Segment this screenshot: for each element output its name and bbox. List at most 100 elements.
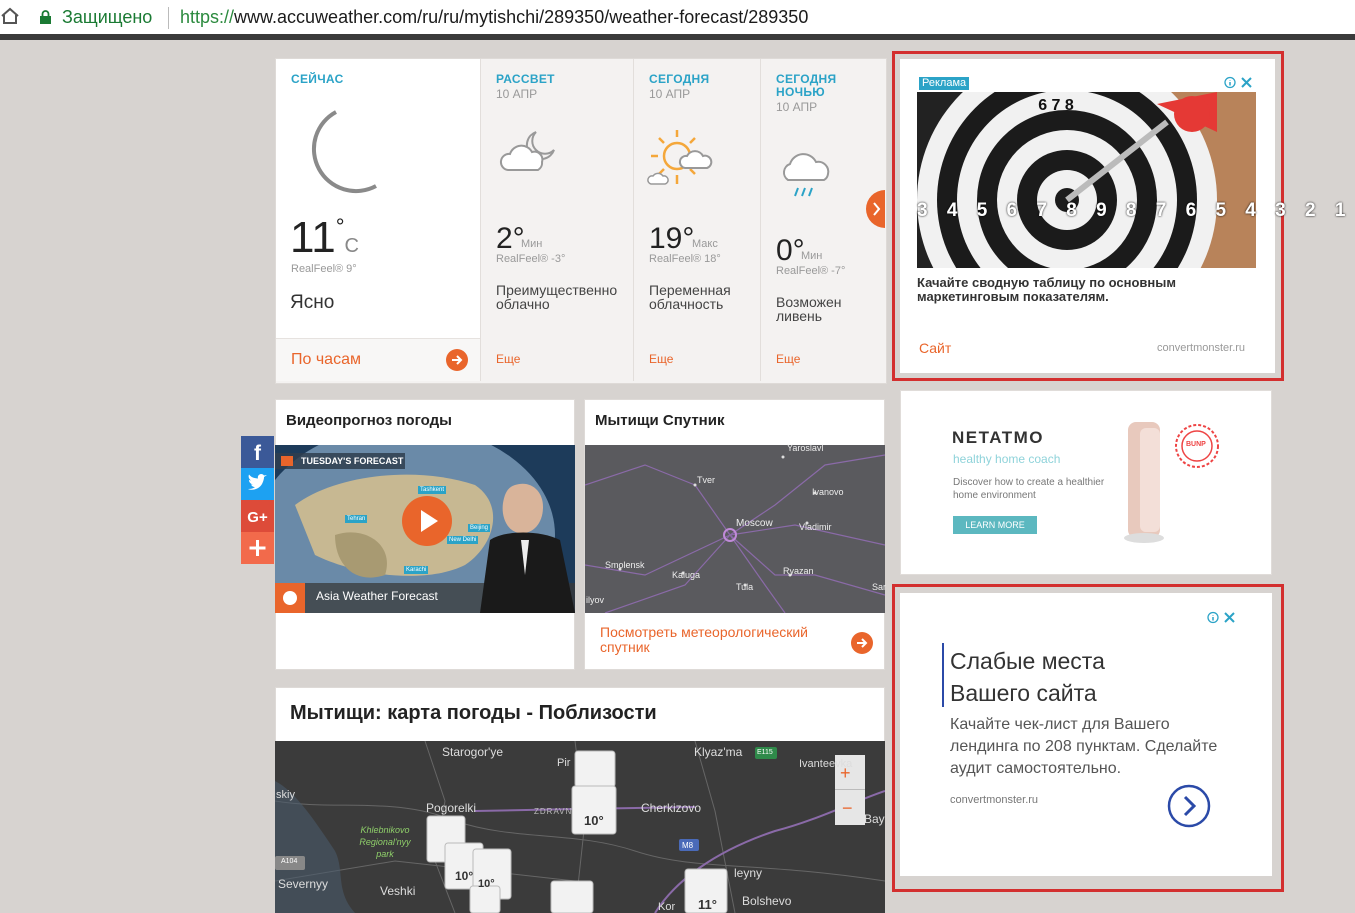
home-icon[interactable]	[0, 6, 20, 26]
dartboard-numbers: 3 4 5 6 7 8 9 8 7 6 5 4 3 2 1	[917, 200, 1353, 221]
map-temp-marker[interactable]: 10°	[584, 813, 604, 828]
map-place-label: Kor	[658, 901, 676, 913]
more-share-button[interactable]	[241, 532, 274, 564]
map-place-label: Severnyy	[278, 877, 329, 891]
ad-headline[interactable]: Слабые места Вашего сайта	[950, 645, 1150, 709]
map-place-label: skiy	[276, 789, 295, 801]
forecast-date: 10 АПР	[649, 87, 691, 101]
satellite-city-label: Yaroslavl	[787, 443, 824, 453]
hourly-link[interactable]: По часам	[291, 351, 361, 369]
satellite-city-label: Ivanovo	[812, 487, 844, 497]
play-button-icon[interactable]	[402, 496, 452, 546]
forecast-temp: 19°	[649, 222, 695, 255]
forecast-tag: Мин	[521, 238, 543, 250]
forecast-caption: РАССВЕТ	[496, 72, 555, 86]
accent-bar	[942, 643, 944, 707]
forecast-tag: Макс	[692, 238, 718, 250]
road-tag: E115	[757, 749, 773, 756]
ad-choices-close-icon[interactable]	[1224, 76, 1254, 89]
video-card-title: Видеопрогноз погоды	[286, 412, 452, 429]
now-realfeel: RealFeel® 9°	[291, 263, 357, 275]
satellite-city-label: Vladimir	[799, 522, 832, 532]
forecast-more-link[interactable]: Еще	[649, 352, 673, 366]
map-label: Beijing	[468, 524, 491, 532]
ad-domain: convertmonster.ru	[950, 794, 1039, 806]
now-caption: СЕЙЧАС	[291, 72, 344, 86]
satellite-city-label: Sar	[872, 582, 887, 592]
now-condition: Ясно	[290, 292, 335, 313]
satellite-city-label: Kaluga	[672, 570, 701, 580]
ad-headline[interactable]: Качайте сводную таблицу по основным марк…	[917, 276, 1237, 304]
chevron-right-icon[interactable]	[1167, 784, 1211, 828]
dartboard-top-numbers: 6 7 8	[1038, 97, 1074, 114]
learn-more-button[interactable]: LEARN MORE	[953, 516, 1037, 534]
forecast-card-dawn[interactable]	[481, 59, 633, 381]
plus-icon	[249, 540, 266, 556]
now-temperature: 11°C	[290, 214, 359, 270]
map-place-label: Klyaz'ma	[694, 745, 743, 759]
map-place-label: leyny	[734, 866, 763, 880]
map-place-label: Bay	[864, 812, 885, 826]
ad-text: Качайте чек-лист для Вашего лендинга по …	[950, 716, 1218, 777]
netatmo-text: Discover how to create a healthier home …	[953, 477, 1105, 501]
forecast-realfeel: RealFeel® -3°	[496, 253, 566, 265]
map-place-label: Bolshevo	[742, 894, 792, 908]
arrow-right-icon[interactable]	[446, 349, 468, 371]
url-divider	[168, 7, 169, 29]
map-place-label: Pir	[557, 757, 571, 769]
satellite-card-title: Мытищи Спутник	[595, 412, 725, 429]
facebook-share-button[interactable]: f	[241, 436, 274, 468]
forecast-caption: СЕГОДНЯ НОЧЬЮ	[776, 72, 837, 99]
google-plus-icon: G+	[247, 509, 268, 526]
svg-text:f: f	[254, 442, 262, 465]
facebook-icon: f	[254, 442, 262, 465]
twitter-share-button[interactable]	[241, 468, 274, 500]
map-temp-marker[interactable]: 10°	[455, 869, 473, 883]
lock-icon	[40, 10, 51, 24]
award-seal-text: BUNP	[1186, 441, 1206, 448]
forecast-condition: Преимущественно облачно	[496, 282, 618, 312]
zoom-out-button[interactable]: −	[842, 798, 853, 819]
url-path: www.accuweather.com/ru/ru/mytishchi/2893…	[234, 7, 809, 27]
map-place-label: Veshki	[380, 884, 416, 898]
map-temp-marker[interactable]: 10°	[478, 878, 495, 890]
zoom-in-button[interactable]: +	[840, 763, 851, 784]
ad-cta-link[interactable]: Сайт	[919, 340, 951, 356]
satellite-map[interactable]	[585, 445, 885, 613]
url-input[interactable]: https://www.accuweather.com/ru/ru/mytish…	[180, 7, 808, 28]
now-degree: °	[335, 214, 345, 239]
forecast-tag: Мин	[801, 250, 823, 262]
forecast-realfeel: RealFeel® 18°	[649, 253, 721, 265]
ad-choices-close-icon[interactable]	[1207, 611, 1237, 624]
ad-badge: Реклама	[919, 77, 970, 90]
device-image	[1124, 422, 1164, 543]
forecast-date: 10 АПР	[496, 87, 538, 101]
netatmo-tagline: healthy home coach	[953, 452, 1061, 466]
twitter-icon	[248, 473, 267, 490]
forecast-more-link[interactable]: Еще	[496, 352, 520, 366]
dartboard-image	[917, 92, 1256, 268]
forecast-caption: СЕГОДНЯ	[649, 72, 710, 86]
moon-icon	[312, 110, 377, 194]
sun-cloud-icon	[647, 130, 713, 185]
forecast-condition: Возможен ливень	[776, 294, 842, 324]
map-label: Tashkent	[418, 486, 447, 494]
satellite-city-label: Tver	[697, 475, 715, 485]
google-plus-share-button[interactable]: G+	[241, 500, 274, 532]
forecast-condition: Переменная облачность	[649, 282, 731, 312]
svg-text:G+: G+	[247, 509, 268, 526]
ad-domain: convertmonster.ru	[1157, 342, 1246, 354]
map-temp-marker[interactable]: 11°	[698, 897, 717, 912]
now-unit: C	[344, 235, 359, 257]
satellite-link[interactable]: Посмотреть метеорологический спутник	[600, 625, 850, 655]
map-place-label: Cherkizovo	[641, 801, 702, 815]
video-caption: Asia Weather Forecast	[316, 589, 438, 603]
netatmo-brand: NETATMO	[952, 428, 1045, 447]
secure-label: Защищено	[62, 7, 153, 27]
road-tag: M8	[682, 841, 694, 850]
weather-map-title: Мытищи: карта погоды - Поблизости	[290, 702, 657, 724]
next-arrow-icon[interactable]	[866, 190, 885, 228]
arrow-right-icon[interactable]	[851, 632, 873, 654]
forecast-more-link[interactable]: Еще	[776, 352, 800, 366]
forecast-card-today[interactable]	[634, 59, 760, 381]
